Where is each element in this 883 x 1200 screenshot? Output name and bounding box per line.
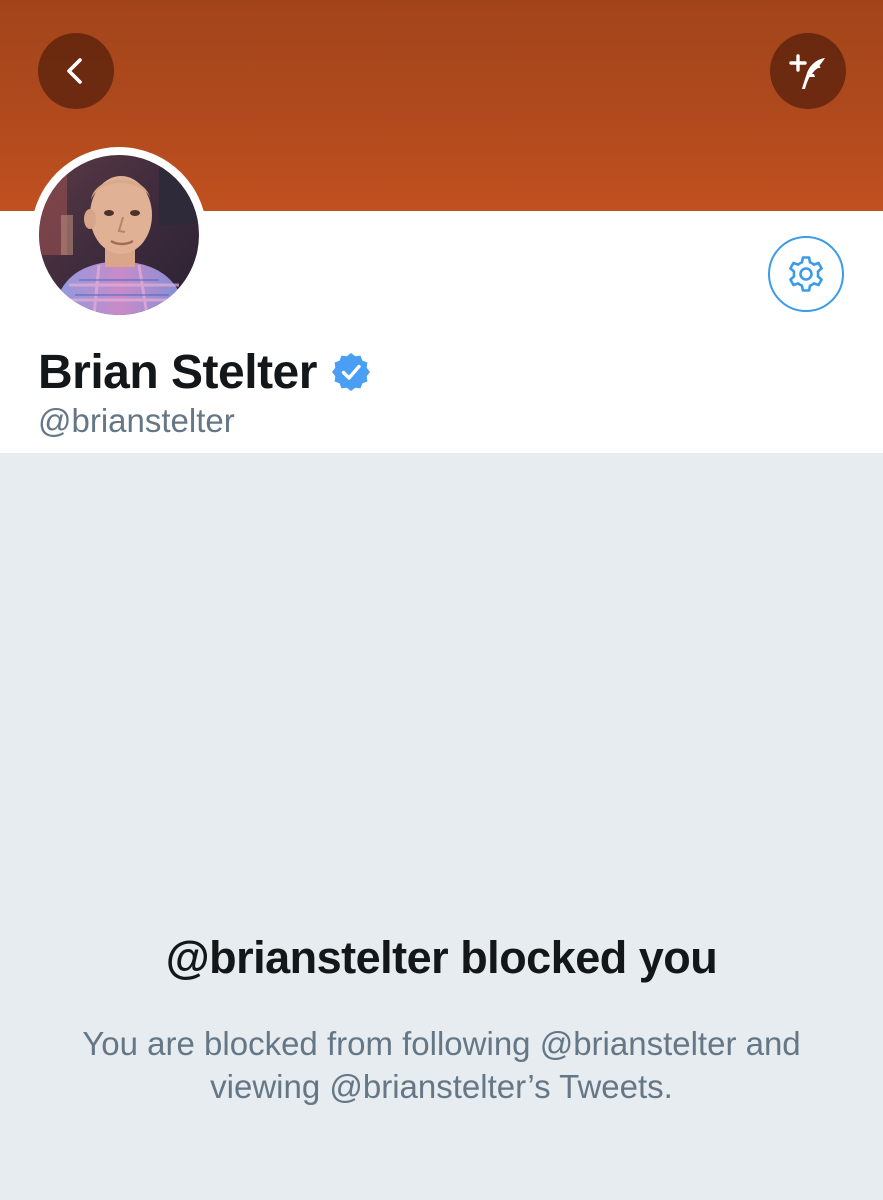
name-row: Brian Stelter (38, 340, 371, 404)
avatar[interactable] (39, 155, 199, 315)
avatar-ring (31, 147, 207, 323)
compose-tweet-icon (789, 54, 825, 89)
blocked-title: @brianstelter blocked you (165, 932, 718, 983)
display-name: Brian Stelter (38, 345, 317, 399)
compose-tweet-button[interactable] (770, 33, 846, 109)
gear-icon (789, 256, 823, 292)
chevron-left-icon (67, 58, 82, 84)
back-button[interactable] (38, 33, 114, 109)
verified-badge-icon (331, 353, 370, 391)
profile-settings-button[interactable] (768, 236, 844, 312)
blocked-description: You are blocked from following @brianste… (82, 1025, 801, 1105)
profile-screen: Brian Stelter @brianstelter @brianstelte… (0, 0, 883, 1200)
profile-handle: @brianstelter (38, 402, 235, 439)
